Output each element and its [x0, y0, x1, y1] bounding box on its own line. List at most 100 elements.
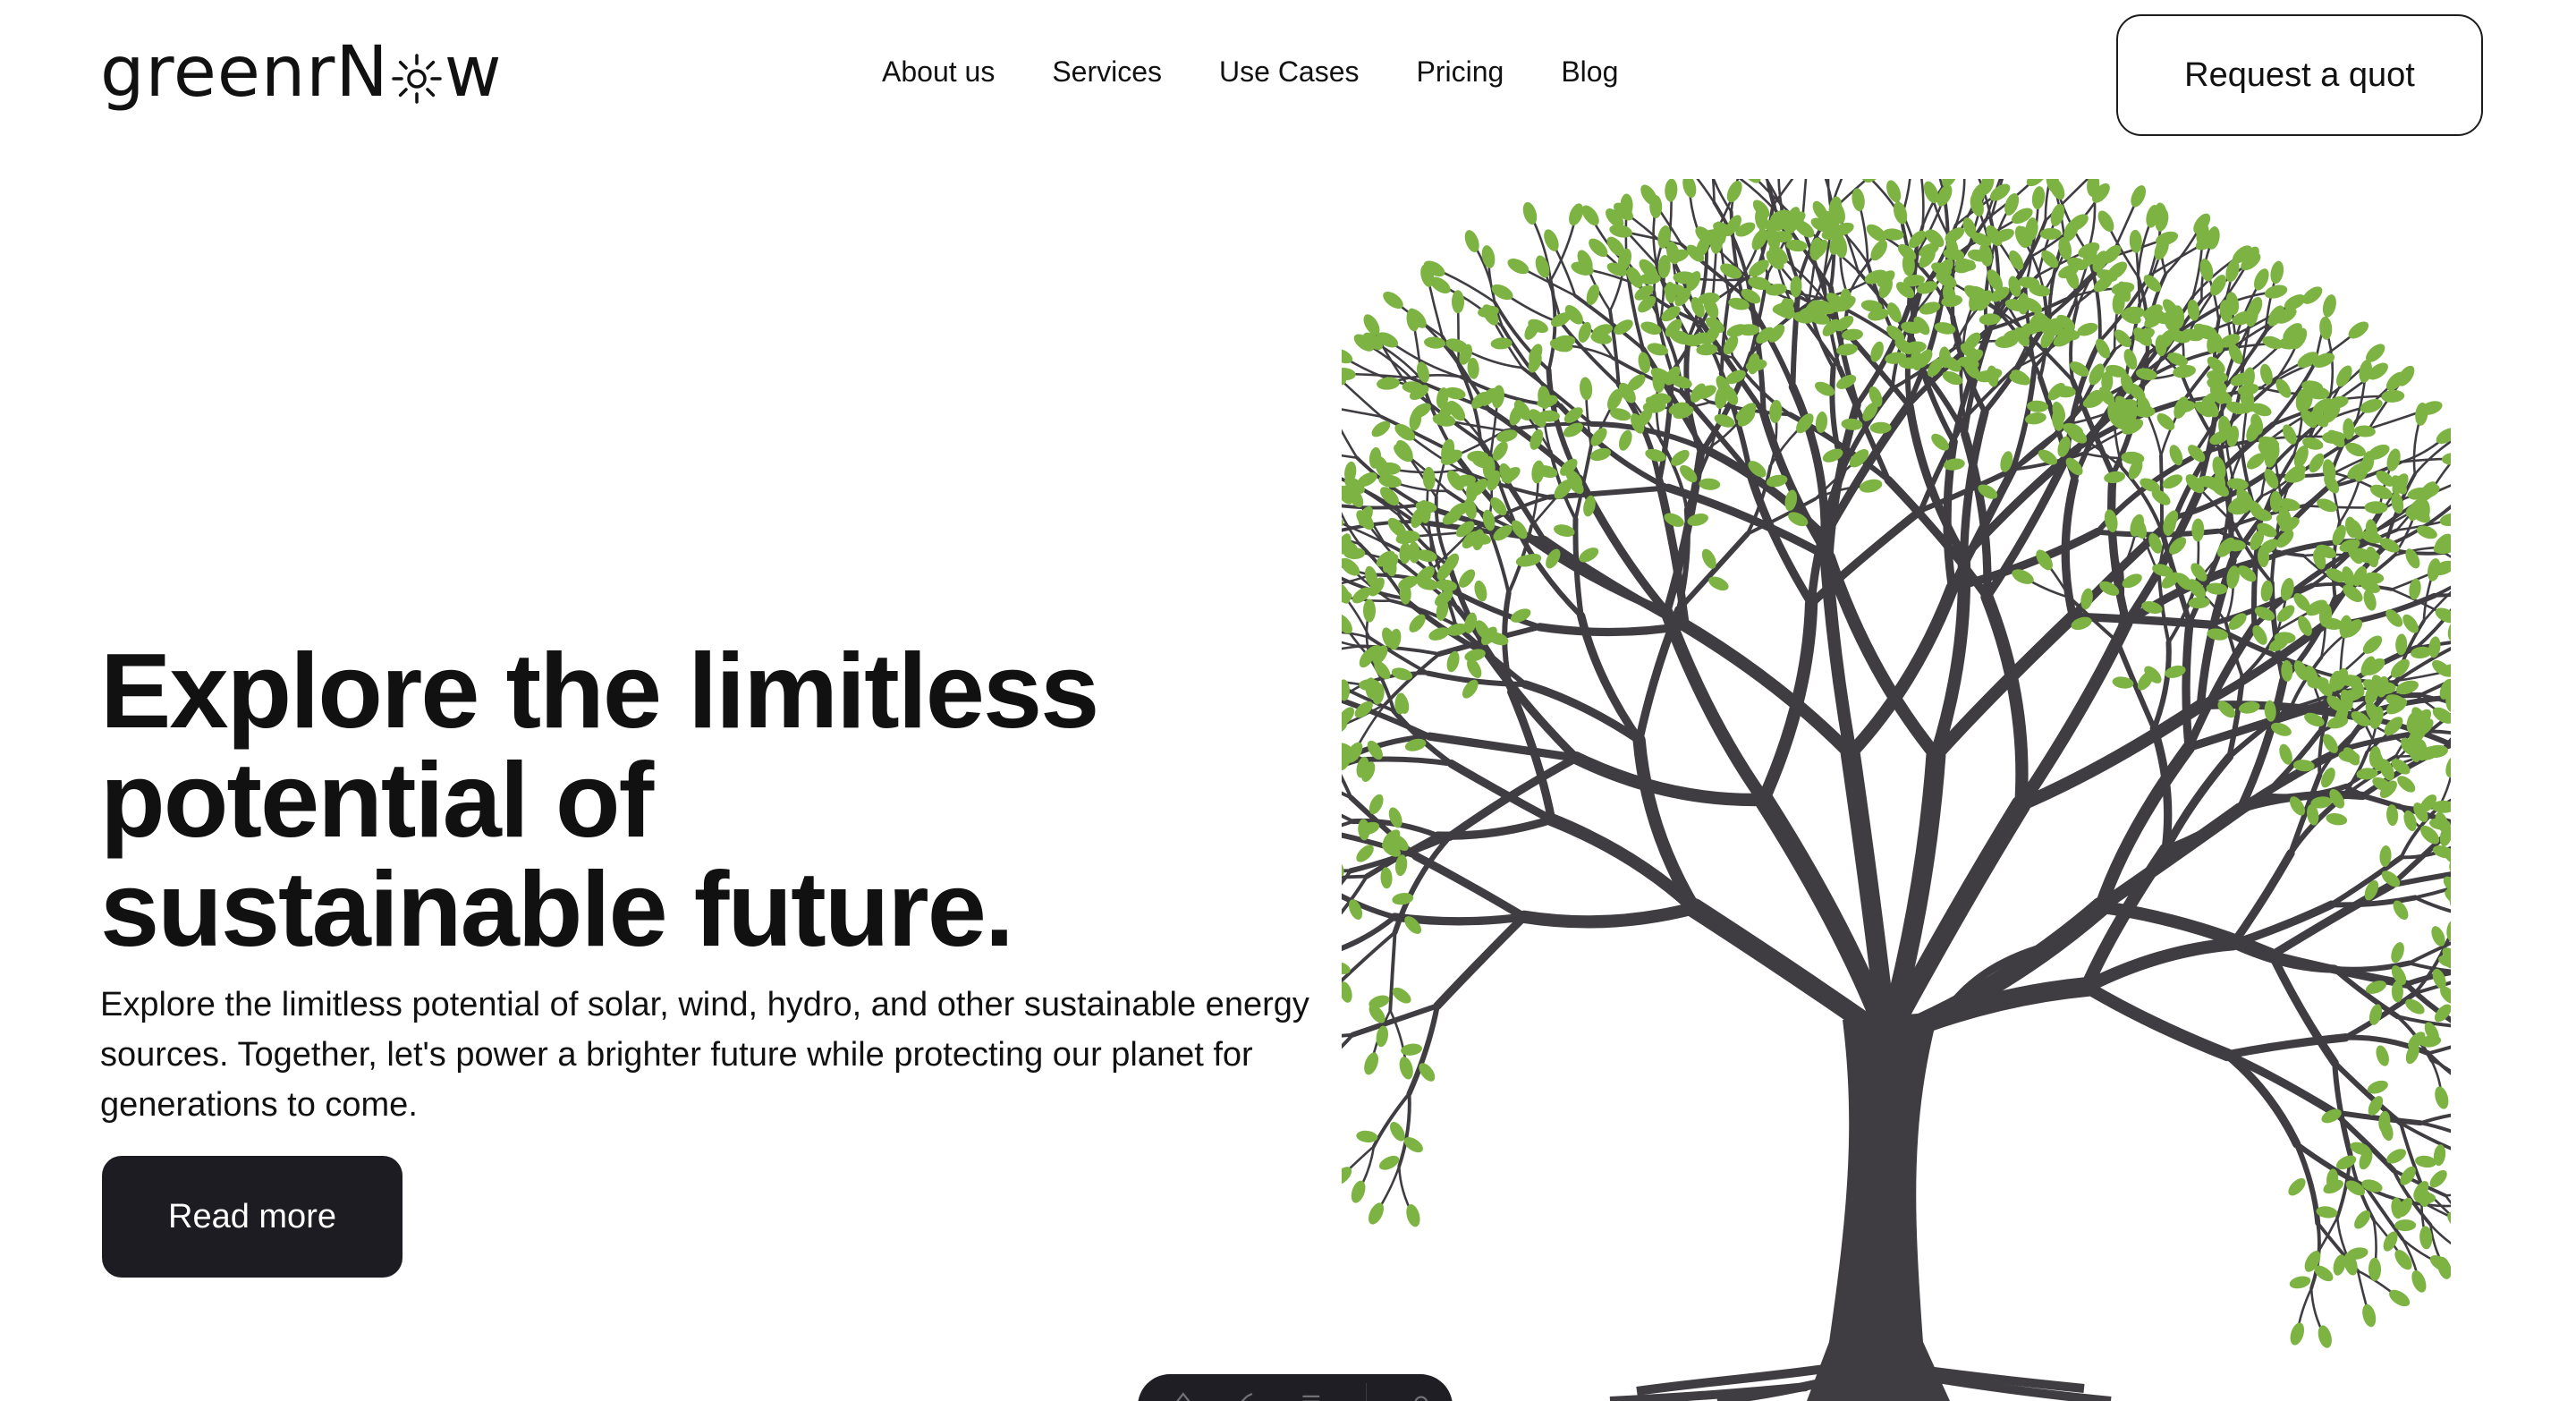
tree-leaf	[2288, 1177, 2306, 1196]
tree-leaf	[1554, 524, 1575, 537]
tree-branch	[1539, 535, 1690, 631]
tree-leaf	[1351, 1180, 1366, 1203]
toolbar-divider	[1365, 1383, 1368, 1401]
nav-item-blog[interactable]: Blog	[1561, 55, 1618, 89]
nav-item-pricing[interactable]: Pricing	[1417, 55, 1504, 89]
tree-leaf	[2104, 471, 2126, 484]
nav-item-about-us[interactable]: About us	[882, 55, 995, 89]
tree-branch	[2151, 640, 2172, 732]
tree-branch	[1342, 645, 1360, 650]
tree-leaf	[2191, 518, 2205, 542]
sun-icon	[391, 41, 443, 104]
tree-leaf	[1342, 981, 1352, 1003]
tree-leaf	[1406, 1204, 1420, 1227]
tree-leaf	[1399, 1057, 1413, 1080]
tree-leaf	[1665, 179, 1678, 202]
tree-leaf	[1580, 377, 1593, 401]
tree-leaf	[2427, 558, 2441, 582]
tree-branch	[1920, 179, 1925, 228]
tree-leaf	[1342, 923, 1344, 947]
tree-leaf	[2434, 1004, 2451, 1023]
tree-leaf	[1682, 179, 1697, 198]
tree-leaf	[2270, 260, 2284, 284]
tree-leaf	[2359, 360, 2372, 383]
tree-leaf	[1618, 429, 1632, 451]
tree-branch	[1433, 913, 1529, 1011]
tree-leaf	[1451, 290, 1465, 314]
tree-leaf	[2376, 1045, 2389, 1066]
brand-logo[interactable]: greenrN w	[100, 32, 503, 113]
tree-branch	[2413, 896, 2451, 913]
tree-branch	[1342, 503, 1422, 510]
tree-leaf	[1507, 258, 1530, 275]
tree-branch	[1517, 901, 1701, 929]
tree-leaf	[1342, 368, 1356, 381]
tree-branch	[1535, 621, 1690, 637]
tree-branch	[2223, 1050, 2338, 1117]
tree-leaf	[2326, 812, 2348, 826]
tree-leaf	[1522, 201, 1538, 225]
tree-leaf	[2264, 284, 2288, 299]
main-nav: About us Services Use Cases Pricing Blog	[882, 55, 1618, 89]
tree-leaf	[2445, 755, 2451, 778]
tree-branch	[2080, 980, 2234, 1062]
read-more-button[interactable]: Read more	[102, 1156, 402, 1278]
nav-item-use-cases[interactable]: Use Cases	[1219, 55, 1360, 89]
tree-branch	[1342, 1032, 1355, 1049]
tree-leaf	[2364, 501, 2388, 514]
tree-leaf	[2173, 365, 2196, 378]
brand-name-suffix: w	[444, 32, 503, 113]
tree-leaf	[2394, 1219, 2417, 1232]
brand-name-prefix: greenrN	[100, 32, 389, 113]
tree-leaf	[1368, 1202, 1384, 1225]
hero-title-line: sustainable future.	[100, 850, 1014, 969]
menu-icon[interactable]	[1301, 1392, 1321, 1401]
tree-leaf	[2290, 1322, 2305, 1346]
brush-icon[interactable]	[1238, 1392, 1258, 1401]
tree-leaf	[2450, 1080, 2451, 1104]
tree-leaf	[2318, 1325, 2332, 1348]
tree-illustration	[1342, 179, 2451, 1401]
tree-branch	[1342, 914, 1398, 952]
tree-branch	[1411, 852, 1529, 921]
tree-leaf	[1481, 245, 1496, 268]
tree-branch	[1360, 756, 1454, 767]
tree-branch	[1843, 581, 1959, 760]
tree-leaf	[1408, 541, 1420, 564]
tree-leaf	[2322, 294, 2336, 318]
tree-leaf	[2131, 185, 2147, 208]
page: greenrN w About us Services Use Cases Pr…	[0, 0, 2576, 1401]
tree-branch	[1342, 819, 1355, 828]
tree-leaf	[2441, 452, 2451, 465]
tree-leaf	[1362, 599, 1377, 623]
tree-leaf	[1886, 180, 1902, 203]
request-quote-button[interactable]: Request a quot	[2116, 14, 2483, 136]
tree-branch	[1388, 930, 1397, 1013]
hero-title-line: potential of	[100, 741, 654, 860]
tree-branch	[1342, 930, 1397, 983]
tree-branch	[1679, 619, 1857, 760]
tree-leaf	[2414, 1155, 2436, 1168]
tree-leaf	[1464, 230, 1479, 253]
settings-icon[interactable]	[1411, 1392, 1431, 1401]
tree-branch	[1383, 652, 1442, 706]
tree-branch	[1790, 279, 1802, 390]
tree-leaf	[1377, 377, 1400, 390]
tree-leaf	[1364, 1052, 1379, 1075]
tree-leaf	[2391, 942, 2404, 964]
tree-leaf	[2031, 186, 2046, 210]
tree-branch	[2182, 618, 2194, 752]
hero-title-line: Explore the limitless	[100, 632, 1099, 751]
tree-leaf	[2362, 1303, 2377, 1328]
hero-description: Explore the limitless potential of solar…	[100, 986, 1309, 1124]
hero-title: Explore the limitless potential of susta…	[100, 637, 1218, 964]
nav-item-services[interactable]: Services	[1052, 55, 1162, 89]
text-icon[interactable]	[1174, 1392, 1193, 1401]
tree-branch	[2419, 1113, 2451, 1125]
tree-leaf	[2289, 1276, 2311, 1289]
tree-leaf	[2446, 920, 2451, 942]
tree-leaf	[2097, 210, 2114, 233]
floating-toolbar	[1138, 1374, 1453, 1401]
tree-leaf	[1726, 180, 1742, 203]
tree-leaf	[1699, 478, 1721, 490]
